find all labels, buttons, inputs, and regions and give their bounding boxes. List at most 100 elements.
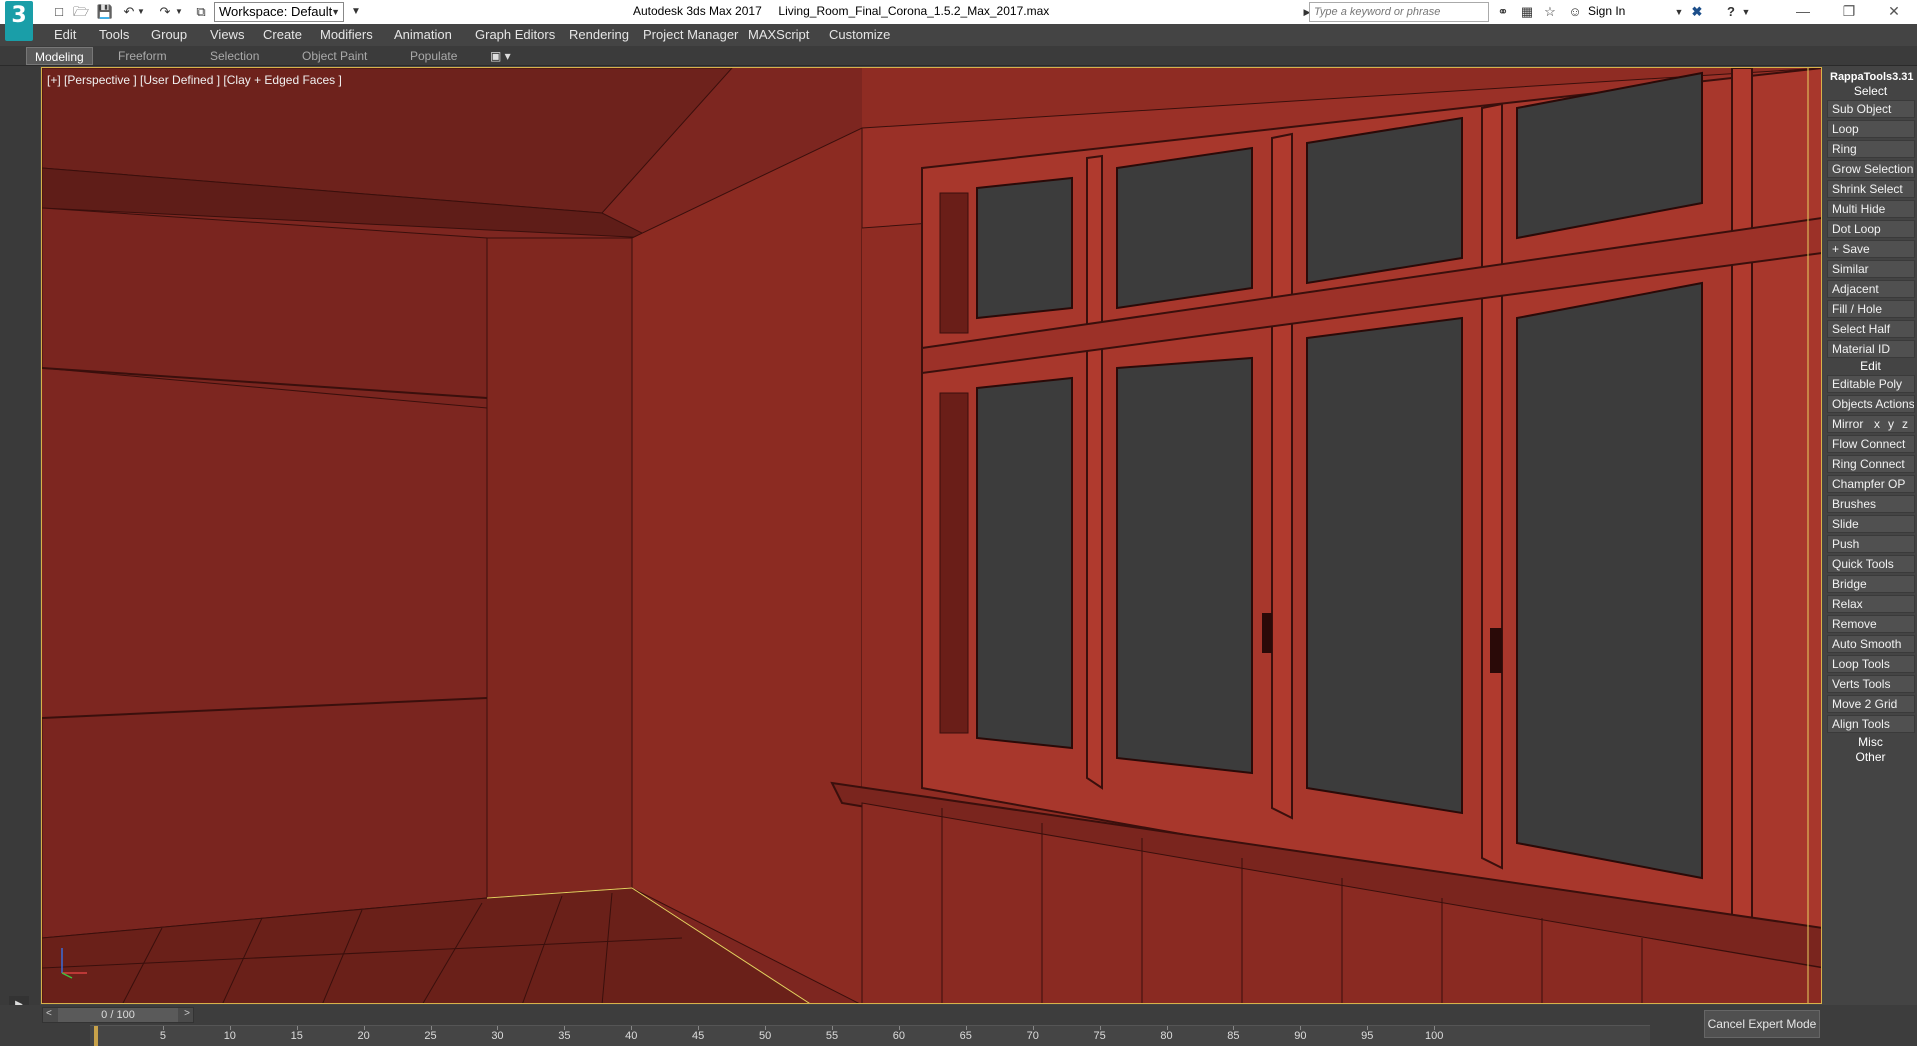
tick-label: 65	[959, 1030, 972, 1042]
help-dropdown-icon[interactable]: ▼	[1740, 3, 1752, 21]
timeline-track[interactable]: 5 10 15 20 25 30 35 40 45 50 55 60 65 70 75 80 85 90 95 100	[90, 1025, 1650, 1046]
title-bar: 3 □ 🗁 💾 ↶ ▼ ↷ ▼ ⧉ Workspace: Default ▼ ▼…	[0, 0, 1917, 41]
time-slider[interactable]: < 0 / 100 >	[42, 1007, 194, 1023]
verts-tools-button[interactable]: Verts Tools	[1827, 675, 1915, 693]
mirror-y-button[interactable]: y	[1888, 416, 1894, 432]
sub-object-button[interactable]: Sub Object	[1827, 100, 1915, 118]
auto-smooth-button[interactable]: Auto Smooth	[1827, 635, 1915, 653]
prev-frame-icon[interactable]: <	[46, 1008, 52, 1019]
ring-connect-button[interactable]: Ring Connect	[1827, 455, 1915, 473]
tab-selection[interactable]: Selection	[202, 47, 267, 65]
tick-label: 85	[1227, 1030, 1240, 1042]
menu-maxscript[interactable]: MAXScript	[748, 27, 809, 42]
tick-label: 30	[491, 1030, 504, 1042]
remove-button[interactable]: Remove	[1827, 615, 1915, 633]
align-tools-button[interactable]: Align Tools	[1827, 715, 1915, 733]
move-2-grid-button[interactable]: Move 2 Grid	[1827, 695, 1915, 713]
menu-customize[interactable]: Customize	[829, 27, 890, 42]
grow-selection-button[interactable]: Grow Selection	[1827, 160, 1915, 178]
menu-modifiers[interactable]: Modifiers	[320, 27, 373, 42]
save-selection-button[interactable]: + Save	[1827, 240, 1915, 258]
user-icon[interactable]: ☺	[1566, 3, 1584, 21]
menu-create[interactable]: Create	[263, 27, 302, 42]
similar-button[interactable]: Similar	[1827, 260, 1915, 278]
tick-label: 70	[1026, 1030, 1039, 1042]
mirror-z-button[interactable]: z	[1902, 416, 1908, 432]
workspace-select[interactable]: Workspace: Default ▼	[214, 2, 344, 22]
ribbon-toggle-icon[interactable]: ▣ ▾	[482, 47, 519, 65]
tick-label: 50	[758, 1030, 772, 1042]
customize-toolbar-icon[interactable]: ▼	[347, 3, 365, 21]
ring-button[interactable]: Ring	[1827, 140, 1915, 158]
exchange-apps-icon[interactable]: ✖	[1688, 3, 1706, 21]
menu-animation[interactable]: Animation	[394, 27, 452, 42]
redo-dropdown-icon[interactable]: ▼	[174, 3, 184, 21]
binoculars-icon[interactable]: ⚭	[1494, 3, 1512, 21]
menu-project-manager[interactable]: Project Manager	[643, 27, 738, 42]
frame-display[interactable]: 0 / 100	[58, 1008, 178, 1022]
menu-views[interactable]: Views	[210, 27, 244, 42]
slide-button[interactable]: Slide	[1827, 515, 1915, 533]
next-frame-icon[interactable]: >	[184, 1008, 190, 1019]
save-icon[interactable]: 💾	[96, 3, 114, 21]
shrink-select-button[interactable]: Shrink Select	[1827, 180, 1915, 198]
menu-rendering[interactable]: Rendering	[569, 27, 629, 42]
relax-button[interactable]: Relax	[1827, 595, 1915, 613]
restore-icon[interactable]: ❐	[1826, 0, 1872, 24]
objects-actions-button[interactable]: Objects Actions	[1827, 395, 1915, 413]
redo-icon[interactable]: ↷	[156, 3, 174, 21]
project-folder-icon[interactable]: ⧉	[192, 3, 210, 21]
tab-object-paint[interactable]: Object Paint	[294, 47, 375, 65]
mirror-label: Mirror	[1832, 417, 1864, 431]
select-half-button[interactable]: Select Half	[1827, 320, 1915, 338]
viewport-label-menu[interactable]: [+] [Perspective ] [User Defined ] [Clay…	[47, 73, 342, 87]
brushes-button[interactable]: Brushes	[1827, 495, 1915, 513]
perspective-viewport[interactable]: [+] [Perspective ] [User Defined ] [Clay…	[41, 67, 1822, 1004]
other-heading[interactable]: Other	[1824, 750, 1917, 764]
help-icon[interactable]: ?	[1722, 3, 1740, 21]
multi-hide-button[interactable]: Multi Hide	[1827, 200, 1915, 218]
minimize-icon[interactable]: —	[1780, 0, 1826, 24]
mirror-row[interactable]: Mirror x y z	[1827, 415, 1915, 433]
sign-in-link[interactable]: Sign In	[1588, 4, 1625, 18]
loop-tools-button[interactable]: Loop Tools	[1827, 655, 1915, 673]
dot-loop-button[interactable]: Dot Loop	[1827, 220, 1915, 238]
select-heading: Select	[1853, 84, 1888, 98]
tick-label: 45	[692, 1030, 705, 1042]
favorites-star-icon[interactable]: ☆	[1541, 3, 1559, 21]
undo-dropdown-icon[interactable]: ▼	[136, 3, 146, 21]
tab-modeling[interactable]: Modeling	[26, 47, 93, 65]
app-logo-icon[interactable]: 3	[5, 1, 33, 41]
close-icon[interactable]: ✕	[1871, 0, 1917, 24]
open-file-icon[interactable]: 🗁	[72, 3, 90, 21]
quick-tools-button[interactable]: Quick Tools	[1827, 555, 1915, 573]
menu-group[interactable]: Group	[151, 27, 187, 42]
bridge-button[interactable]: Bridge	[1827, 575, 1915, 593]
menu-graph-editors[interactable]: Graph Editors	[475, 27, 555, 42]
misc-heading[interactable]: Misc	[1824, 735, 1917, 749]
menu-edit[interactable]: Edit	[54, 27, 76, 42]
adjacent-button[interactable]: Adjacent	[1827, 280, 1915, 298]
subscription-icon[interactable]: ▦	[1518, 3, 1536, 21]
sign-in-dropdown-icon[interactable]: ▼	[1670, 3, 1688, 21]
time-cursor[interactable]	[94, 1026, 98, 1046]
search-input[interactable]: Type a keyword or phrase	[1309, 2, 1489, 22]
flow-connect-button[interactable]: Flow Connect	[1827, 435, 1915, 453]
rappatools-panel: RappaTools3.31 Select Sub Object Loop Ri…	[1824, 66, 1917, 1006]
cancel-expert-mode-button[interactable]: Cancel Expert Mode	[1704, 1010, 1820, 1038]
tick-label: 90	[1294, 1030, 1307, 1042]
menu-tools[interactable]: Tools	[99, 27, 129, 42]
mirror-x-button[interactable]: x	[1874, 416, 1880, 432]
champfer-op-button[interactable]: Champfer OP	[1827, 475, 1915, 493]
tick-label: 55	[825, 1030, 839, 1042]
fill-hole-button[interactable]: Fill / Hole	[1827, 300, 1915, 318]
new-file-icon[interactable]: □	[50, 3, 68, 21]
tick-label: 75	[1093, 1030, 1106, 1042]
editable-poly-button[interactable]: Editable Poly	[1827, 375, 1915, 393]
tab-populate[interactable]: Populate	[402, 47, 465, 65]
tick-label: 10	[223, 1030, 236, 1042]
tab-freeform[interactable]: Freeform	[110, 47, 175, 65]
push-button[interactable]: Push	[1827, 535, 1915, 553]
material-id-button[interactable]: Material ID	[1827, 340, 1915, 358]
loop-button[interactable]: Loop	[1827, 120, 1915, 138]
